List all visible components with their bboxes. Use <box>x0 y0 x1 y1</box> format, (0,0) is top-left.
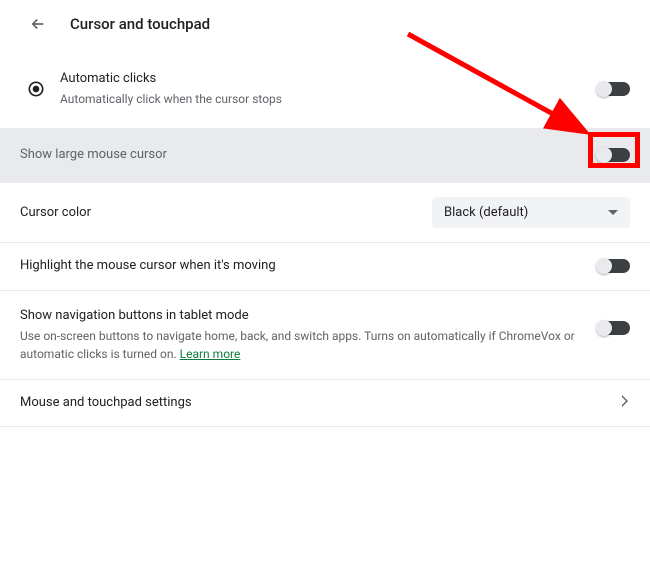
row-highlight-moving: Highlight the mouse cursor when it's mov… <box>0 243 650 290</box>
tablet-nav-toggle[interactable] <box>598 321 630 335</box>
target-icon <box>24 77 48 101</box>
mouse-touchpad-title: Mouse and touchpad settings <box>20 394 622 412</box>
highlight-moving-title: Highlight the mouse cursor when it's mov… <box>20 257 598 275</box>
large-cursor-toggle[interactable] <box>598 148 630 162</box>
automatic-clicks-sub: Automatically click when the cursor stop… <box>60 90 598 108</box>
tablet-nav-title: Show navigation buttons in tablet mode <box>20 307 598 325</box>
automatic-clicks-title: Automatic clicks <box>60 70 598 88</box>
learn-more-link[interactable]: Learn more <box>180 347 241 361</box>
large-cursor-title: Show large mouse cursor <box>20 146 598 164</box>
cursor-color-value: Black (default) <box>444 205 528 220</box>
automatic-clicks-toggle[interactable] <box>598 82 630 96</box>
highlight-moving-toggle[interactable] <box>598 259 630 273</box>
page-title: Cursor and touchpad <box>70 15 210 33</box>
header: Cursor and touchpad <box>0 0 650 46</box>
row-tablet-nav: Show navigation buttons in tablet mode U… <box>0 291 650 380</box>
cursor-color-select[interactable]: Black (default) <box>432 197 630 228</box>
row-large-cursor: Show large mouse cursor <box>0 128 650 183</box>
row-cursor-color: Cursor color Black (default) <box>0 183 650 243</box>
tablet-nav-sub: Use on-screen buttons to navigate home, … <box>20 327 598 363</box>
chevron-down-icon <box>608 210 618 215</box>
back-arrow-icon[interactable] <box>28 14 48 34</box>
cursor-color-title: Cursor color <box>20 204 432 222</box>
row-automatic-clicks: Automatic clicks Automatically click whe… <box>0 46 650 128</box>
row-mouse-touchpad[interactable]: Mouse and touchpad settings <box>0 380 650 427</box>
chevron-right-icon <box>622 395 630 411</box>
